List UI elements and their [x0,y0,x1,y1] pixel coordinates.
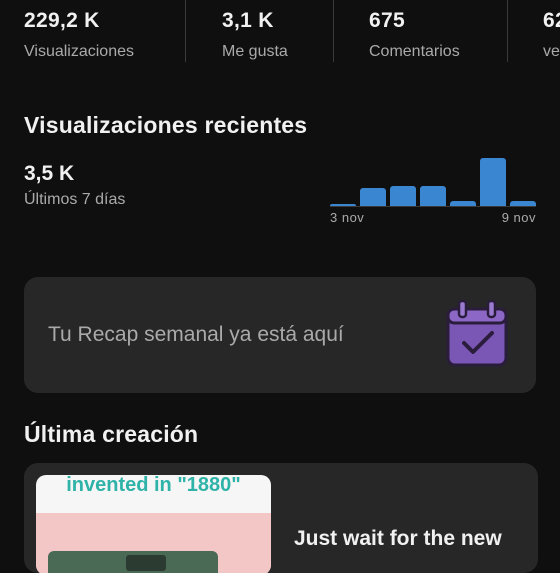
chart-baseline [330,206,536,207]
stat-value: 62 [543,9,560,32]
x-tick-label: 3 nov [330,210,365,225]
video-title[interactable]: Just wait for the new [294,527,502,551]
calendar-check-icon [444,299,512,369]
stat-value: 229,2 K [24,9,100,32]
stat-label: Comentarios [369,43,460,60]
chart-bar [510,201,536,206]
recent-views-chart[interactable]: 3 nov 9 nov [330,150,538,230]
stat-value: 3,1 K [222,9,274,32]
thumbnail-image-detail [126,555,166,571]
weekly-recap-card[interactable]: Tu Recap semanal ya está aquí [24,277,536,393]
stat-label: Me gusta [222,43,288,60]
thumbnail-text: invented in "1880" [66,475,241,496]
divider [185,0,186,62]
chart-bar [420,185,446,206]
recap-text: Tu Recap semanal ya está aquí [48,323,344,346]
stat-label: Visualizaciones [24,43,134,60]
chart-bar [390,185,416,206]
chart-bar [330,203,356,206]
recent-views-period: Últimos 7 días [24,191,126,208]
latest-creation-card[interactable]: invented in "1880" Just wait for the new [24,463,538,573]
divider [507,0,508,62]
recent-views-value: 3,5 K [24,162,75,185]
chart-bar [450,201,476,206]
latest-creation-title: Última creación [24,421,199,447]
stat-value: 675 [369,9,405,32]
recent-views-title: Visualizaciones recientes [24,112,308,138]
chart-bar [480,158,506,206]
stats-row: 229,2 K Visualizaciones 3,1 K Me gusta 6… [0,0,560,64]
video-thumbnail[interactable]: invented in "1880" [36,475,271,573]
stat-label: ve [543,43,560,60]
x-tick-label: 9 nov [501,210,536,225]
chart-bar [360,187,386,206]
divider [333,0,334,62]
